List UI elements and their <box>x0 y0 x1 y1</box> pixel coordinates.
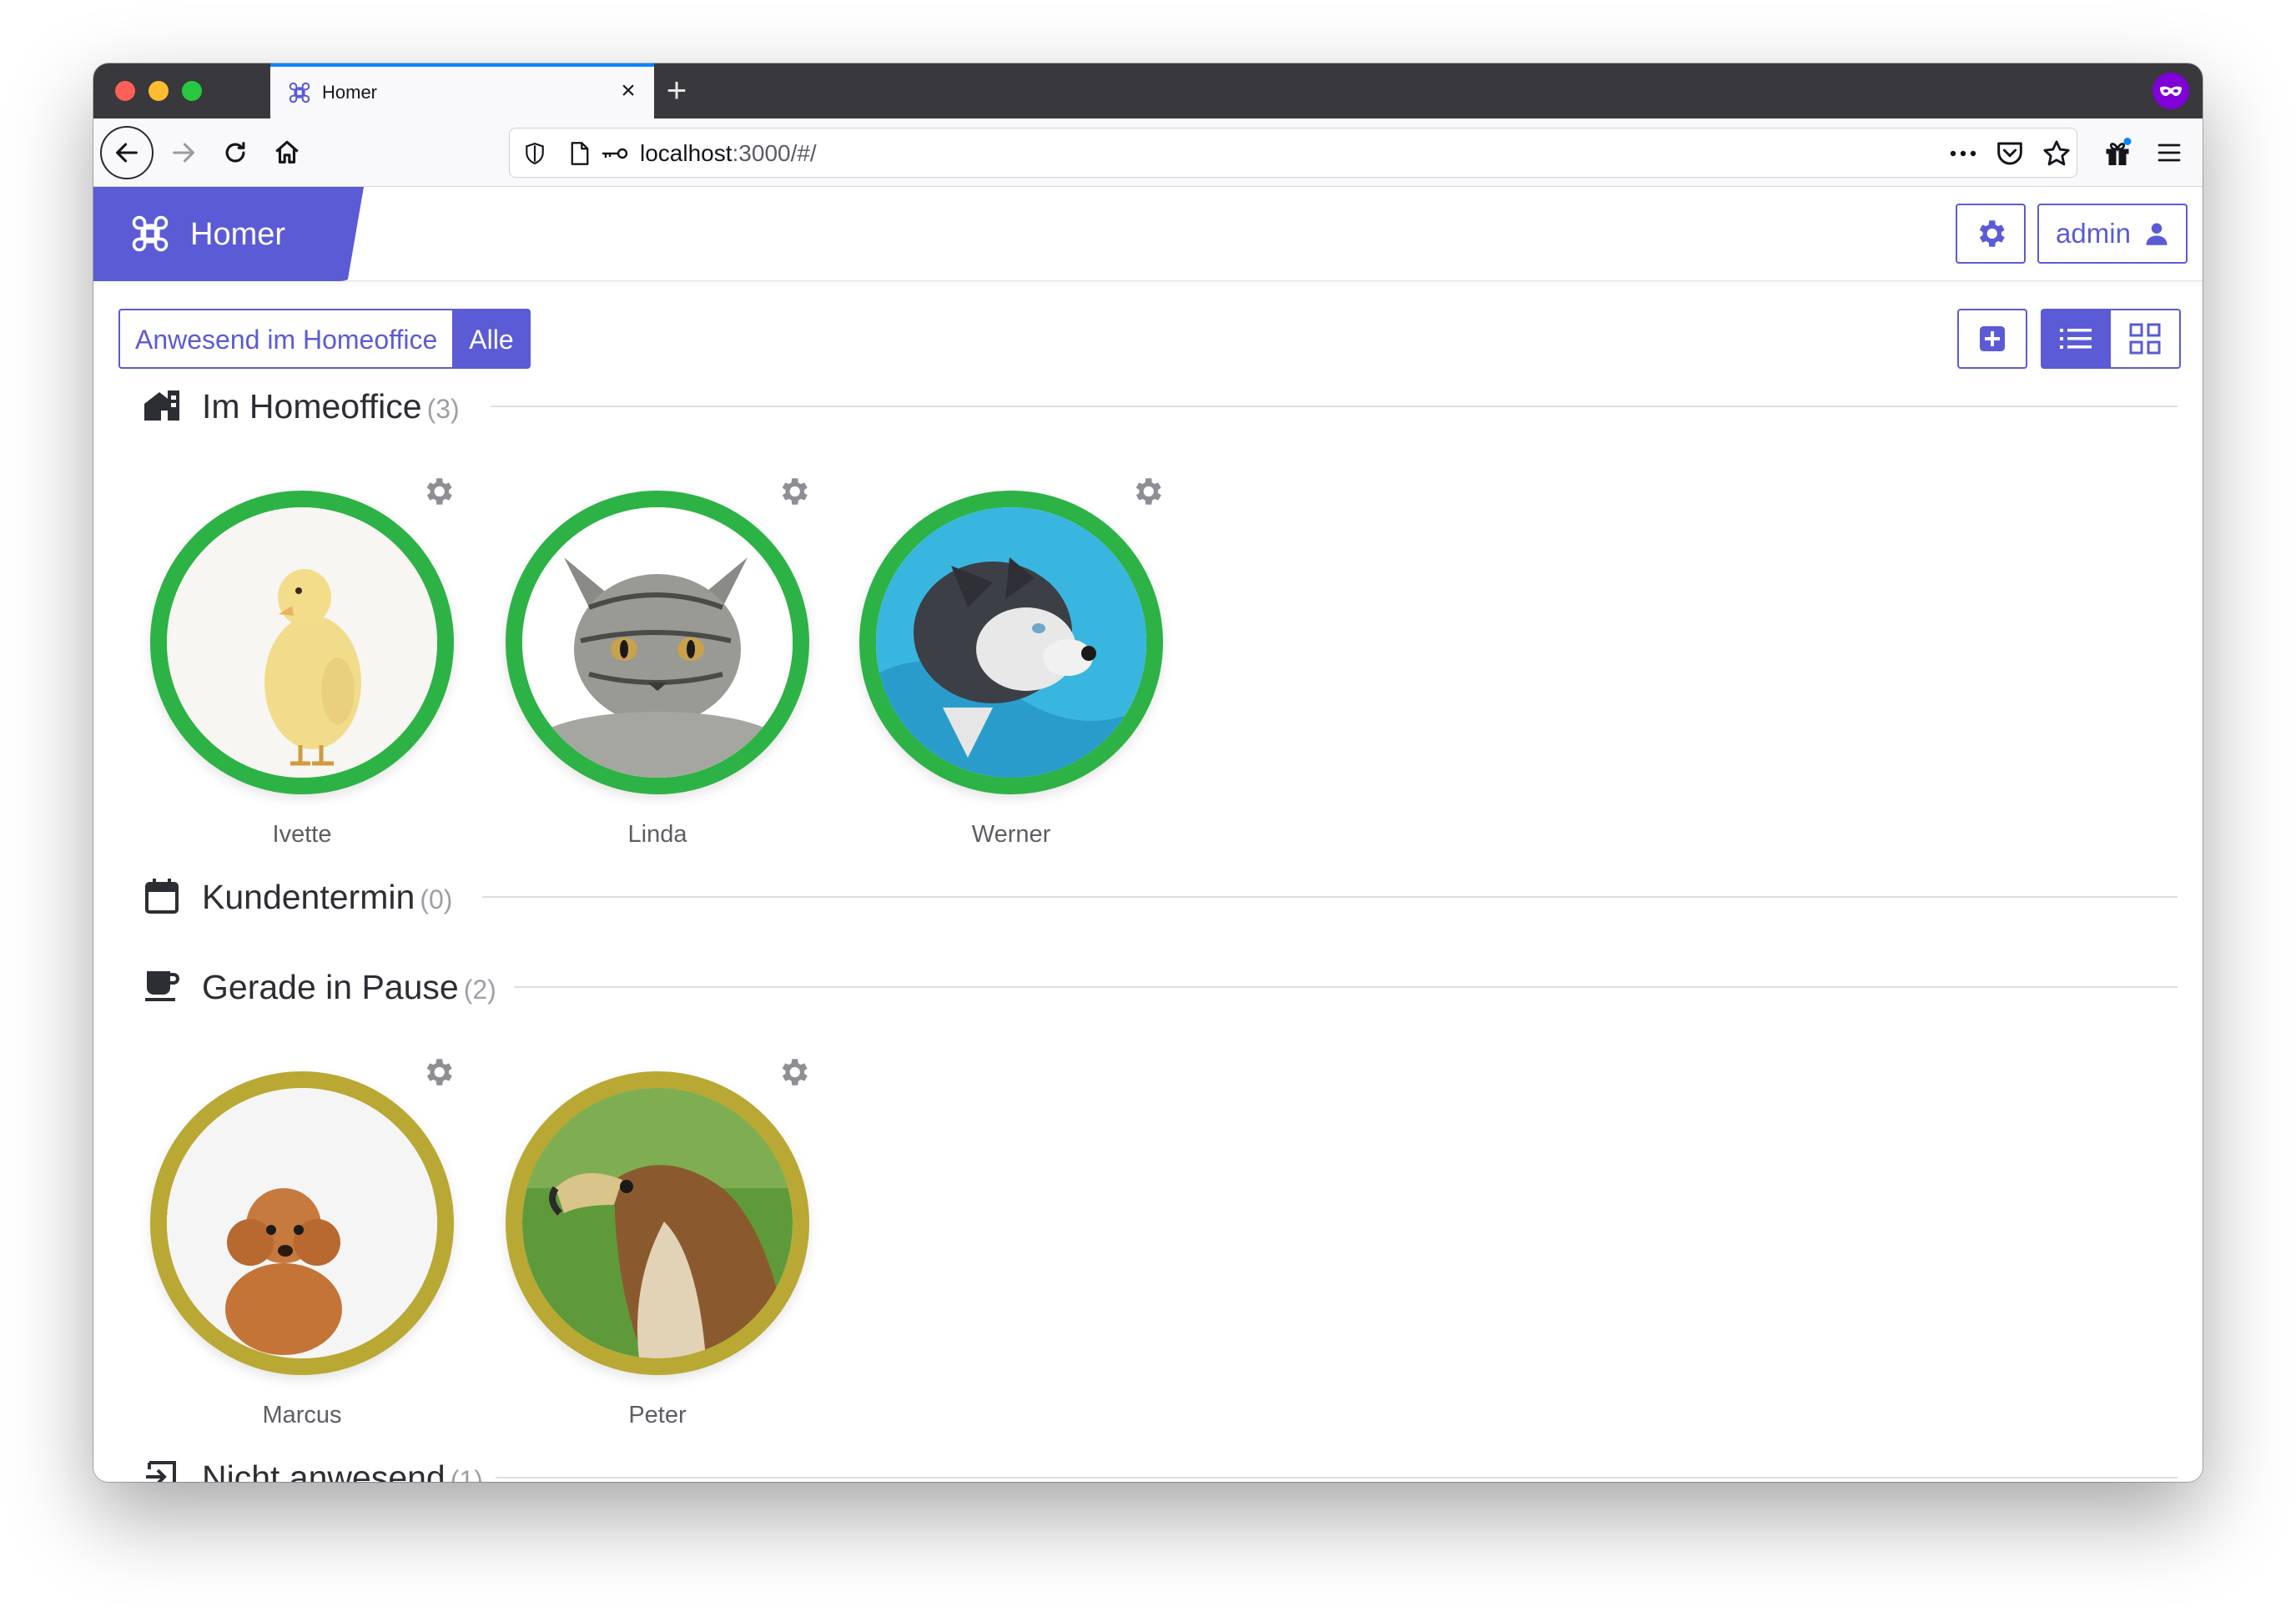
person-settings-gear-icon[interactable] <box>420 1055 456 1090</box>
section-kundentermin: Kundentermin (0) <box>142 871 2178 921</box>
section-divider <box>482 896 2178 898</box>
home-office-icon <box>142 385 182 426</box>
new-tab-button[interactable]: + <box>657 72 696 110</box>
section-title: Gerade in Pause (2) <box>202 968 496 1006</box>
app-viewport: Homer admin Anwesend im Homeoffice Alle <box>93 187 2203 1482</box>
shield-icon[interactable] <box>520 139 550 169</box>
address-bar[interactable]: localhost:3000/#/ <box>509 128 2077 178</box>
sign-in-icon <box>142 1457 182 1482</box>
section-gerade-in-pause: Gerade in Pause (2) <box>142 961 2178 1011</box>
poodle-photo <box>167 1088 437 1358</box>
avatar[interactable] <box>506 1071 809 1375</box>
back-button[interactable] <box>100 126 154 179</box>
person-settings-gear-icon[interactable] <box>776 474 811 509</box>
person-name: Marcus <box>262 1402 342 1428</box>
home-button[interactable] <box>262 128 312 178</box>
person-name: Werner <box>971 821 1051 848</box>
person-card-peter[interactable]: Peter <box>496 1055 813 1428</box>
person-settings-gear-icon[interactable] <box>420 474 456 509</box>
reload-icon <box>225 142 245 163</box>
section-divider <box>491 406 2178 407</box>
coffee-cup-icon <box>142 966 182 1006</box>
private-browsing-icon <box>2152 73 2189 109</box>
home-icon <box>275 140 299 164</box>
reload-button[interactable] <box>210 128 260 178</box>
browser-navbar: localhost:3000/#/ <box>93 118 2203 187</box>
section-count: (0) <box>420 884 453 914</box>
grid-view-button[interactable] <box>2111 309 2181 369</box>
avatar[interactable] <box>150 1071 454 1375</box>
filter-button-group: Anwesend im Homeoffice Alle <box>118 309 531 369</box>
user-icon <box>2146 223 2168 245</box>
person-card-marcus[interactable]: Marcus <box>140 1055 457 1428</box>
close-tab-icon[interactable]: × <box>614 77 642 105</box>
person-settings-gear-icon[interactable] <box>776 1055 811 1090</box>
extensions-button[interactable] <box>2092 128 2142 178</box>
section-title: Kundentermin (0) <box>202 878 453 916</box>
person-name: Peter <box>628 1402 687 1428</box>
bookmark-star-icon[interactable] <box>2042 139 2072 169</box>
user-name: admin <box>2056 218 2131 249</box>
pocket-icon[interactable] <box>1995 139 2025 169</box>
minimize-window-button[interactable] <box>149 81 169 101</box>
homer-logo-icon <box>132 215 169 252</box>
avatar[interactable] <box>150 491 454 794</box>
hamburger-menu-icon <box>2158 144 2181 162</box>
user-menu-button[interactable]: admin <box>2037 204 2188 264</box>
avatar[interactable] <box>859 491 1163 794</box>
page-icon <box>565 139 595 169</box>
arrow-left-icon <box>116 143 138 163</box>
person-card-werner[interactable]: Werner <box>849 474 1166 848</box>
person-name: Ivette <box>272 821 332 848</box>
section-nicht-anwesend: Nicht anwesend (1) <box>142 1452 2178 1482</box>
tab-title: Homer <box>322 82 378 103</box>
brand-name: Homer <box>190 217 286 252</box>
section-count: (1) <box>450 1465 483 1482</box>
browser-window: Homer × + localhost:3000/#/ Homer admin … <box>93 63 2203 1482</box>
filter-anwesend-button[interactable]: Anwesend im Homeoffice <box>118 309 453 369</box>
husky-photo <box>876 507 1146 778</box>
plus-square-icon <box>1980 326 2005 351</box>
app-menu-button[interactable] <box>2144 128 2194 178</box>
section-im-homeoffice: Im Homeoffice (3) <box>142 380 2178 431</box>
arrow-right-icon <box>173 143 194 163</box>
filter-alle-button[interactable]: Alle <box>452 309 531 369</box>
section-divider <box>496 1477 2178 1479</box>
maximize-window-button[interactable] <box>182 81 202 101</box>
gift-icon <box>2106 138 2132 165</box>
url-text: localhost:3000/#/ <box>640 140 817 166</box>
cat-photo <box>522 507 793 778</box>
homer-favicon-icon <box>289 82 310 103</box>
calendar-icon <box>142 876 182 916</box>
browser-tab[interactable]: Homer × <box>270 63 654 118</box>
grid-icon <box>2129 323 2161 355</box>
person-name: Linda <box>627 821 687 848</box>
person-card-linda[interactable]: Linda <box>496 474 813 848</box>
section-count: (2) <box>463 975 496 1005</box>
section-title: Nicht anwesend (1) <box>202 1458 483 1482</box>
add-button[interactable] <box>1957 309 2027 369</box>
section-count: (3) <box>426 394 460 424</box>
duckling-photo <box>167 507 437 778</box>
list-view-button[interactable] <box>2041 309 2111 369</box>
close-window-button[interactable] <box>115 81 135 101</box>
section-title: Im Homeoffice (3) <box>202 387 460 426</box>
view-toggle-group <box>2041 309 2181 369</box>
eagle-photo <box>522 1088 793 1358</box>
more-options-icon[interactable] <box>1948 139 1978 169</box>
gear-icon <box>1979 220 2005 247</box>
brand[interactable]: Homer <box>93 187 364 281</box>
key-icon <box>600 139 630 169</box>
person-settings-gear-icon[interactable] <box>1130 474 1165 509</box>
avatar[interactable] <box>506 491 809 794</box>
person-card-ivette[interactable]: Ivette <box>140 474 457 848</box>
app-header: Homer admin <box>93 187 2203 281</box>
browser-titlebar: Homer × + <box>93 63 2203 118</box>
forward-button[interactable] <box>159 128 209 178</box>
section-divider <box>514 986 2178 988</box>
list-icon <box>2060 329 2092 349</box>
settings-button[interactable] <box>1956 204 2026 264</box>
